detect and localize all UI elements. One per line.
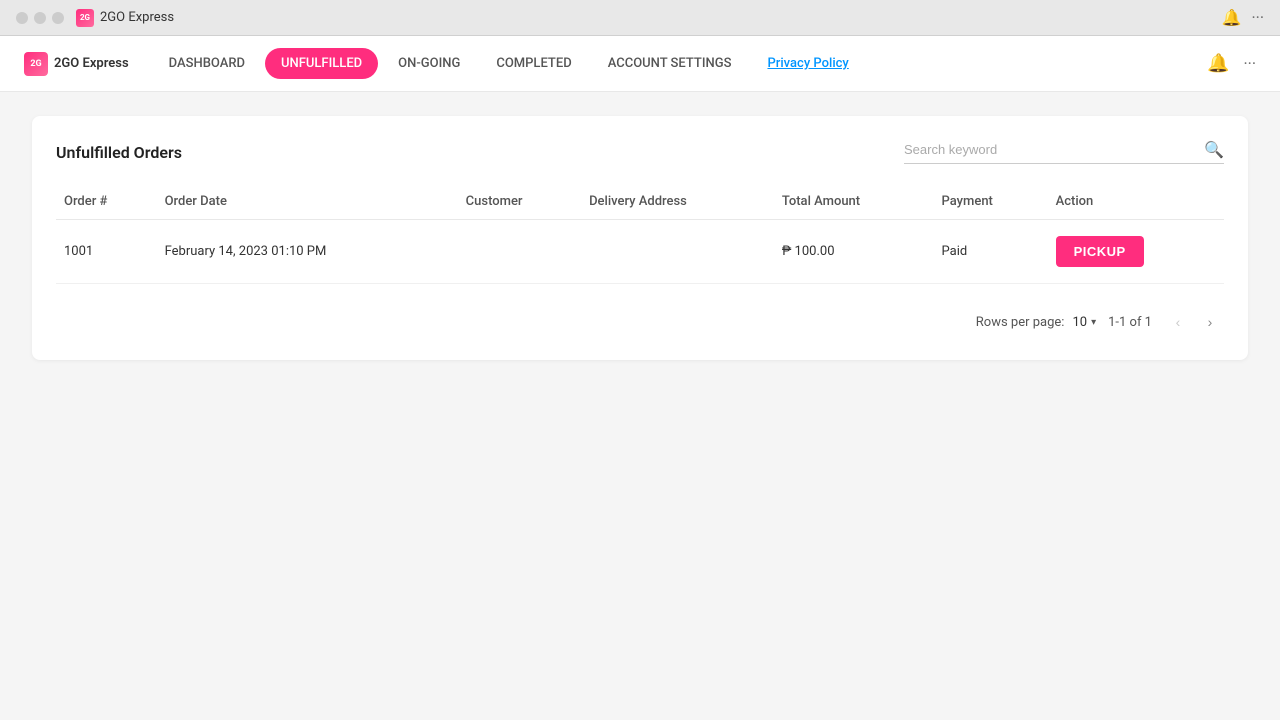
orders-card: Unfulfilled Orders 🔍 Order # Order Date … bbox=[32, 116, 1248, 360]
browser-dot-2 bbox=[34, 12, 46, 24]
table-header-row: Order # Order Date Customer Delivery Add… bbox=[56, 184, 1224, 220]
bell-icon[interactable]: 🔔 bbox=[1207, 53, 1229, 74]
browser-controls bbox=[16, 12, 64, 24]
nav-item-account[interactable]: ACCOUNT SETTINGS bbox=[592, 48, 748, 79]
browser-title-text: 2GO Express bbox=[100, 10, 174, 25]
nav-item-ongoing[interactable]: ON-GOING bbox=[382, 48, 476, 79]
page-title: Unfulfilled Orders bbox=[56, 143, 182, 162]
browser-logo-icon: 2G bbox=[76, 9, 94, 27]
page: 2G 2GO Express DASHBOARD UNFULFILLED ON-… bbox=[0, 36, 1280, 720]
col-customer: Customer bbox=[458, 184, 581, 220]
browser-actions: 🔔 ··· bbox=[1222, 8, 1264, 27]
col-payment: Payment bbox=[934, 184, 1048, 220]
cell-customer bbox=[458, 220, 581, 284]
search-container: 🔍 bbox=[904, 140, 1224, 164]
page-info: 1-1 of 1 bbox=[1108, 315, 1152, 330]
card-header: Unfulfilled Orders 🔍 bbox=[56, 140, 1224, 164]
search-icon: 🔍 bbox=[1204, 140, 1224, 159]
prev-page-button[interactable]: ‹ bbox=[1164, 308, 1192, 336]
nav-logo-icon: 2G bbox=[24, 52, 48, 76]
nav-item-dashboard[interactable]: DASHBOARD bbox=[153, 48, 261, 79]
next-page-button[interactable]: › bbox=[1196, 308, 1224, 336]
browser-dot-1 bbox=[16, 12, 28, 24]
notification-icon[interactable]: 🔔 bbox=[1222, 8, 1242, 27]
rows-per-page-select[interactable]: 10 ▾ bbox=[1072, 315, 1096, 330]
col-order-date: Order Date bbox=[157, 184, 458, 220]
cell-order-date: February 14, 2023 01:10 PM bbox=[157, 220, 458, 284]
pagination: Rows per page: 10 ▾ 1-1 of 1 ‹ › bbox=[56, 300, 1224, 336]
col-order-num: Order # bbox=[56, 184, 157, 220]
nav-item-privacy[interactable]: Privacy Policy bbox=[751, 48, 864, 79]
cell-payment: Paid bbox=[934, 220, 1048, 284]
more-icon[interactable]: ··· bbox=[1251, 8, 1264, 27]
search-input[interactable] bbox=[904, 142, 1196, 157]
table-body: 1001 February 14, 2023 01:10 PM ₱ 100.00… bbox=[56, 220, 1224, 284]
nav-more-icon[interactable]: ··· bbox=[1243, 54, 1256, 73]
top-nav: 2G 2GO Express DASHBOARD UNFULFILLED ON-… bbox=[0, 36, 1280, 92]
rows-per-page: Rows per page: 10 ▾ bbox=[976, 315, 1096, 330]
nav-logo: 2G 2GO Express bbox=[24, 52, 129, 76]
chevron-down-icon: ▾ bbox=[1091, 317, 1096, 328]
col-action: Action bbox=[1048, 184, 1224, 220]
nav-item-unfulfilled[interactable]: UNFULFILLED bbox=[265, 48, 378, 79]
table-header: Order # Order Date Customer Delivery Add… bbox=[56, 184, 1224, 220]
cell-total-amount: ₱ 100.00 bbox=[774, 220, 934, 284]
page-navigation: ‹ › bbox=[1164, 308, 1224, 336]
nav-item-completed[interactable]: COMPLETED bbox=[480, 48, 587, 79]
cell-delivery-address bbox=[581, 220, 774, 284]
rows-per-page-value: 10 bbox=[1072, 315, 1087, 330]
nav-logo-text: 2GO Express bbox=[54, 56, 129, 71]
browser-dot-3 bbox=[52, 12, 64, 24]
col-total-amount: Total Amount bbox=[774, 184, 934, 220]
col-delivery-address: Delivery Address bbox=[581, 184, 774, 220]
cell-action: PICKUP bbox=[1048, 220, 1224, 284]
main-content: Unfulfilled Orders 🔍 Order # Order Date … bbox=[0, 92, 1280, 384]
rows-per-page-label: Rows per page: bbox=[976, 315, 1065, 330]
cell-order-num: 1001 bbox=[56, 220, 157, 284]
table-row: 1001 February 14, 2023 01:10 PM ₱ 100.00… bbox=[56, 220, 1224, 284]
browser-title: 2G 2GO Express bbox=[76, 9, 174, 27]
pickup-button[interactable]: PICKUP bbox=[1056, 236, 1144, 267]
orders-table: Order # Order Date Customer Delivery Add… bbox=[56, 184, 1224, 284]
browser-bar: 2G 2GO Express 🔔 ··· bbox=[0, 0, 1280, 36]
